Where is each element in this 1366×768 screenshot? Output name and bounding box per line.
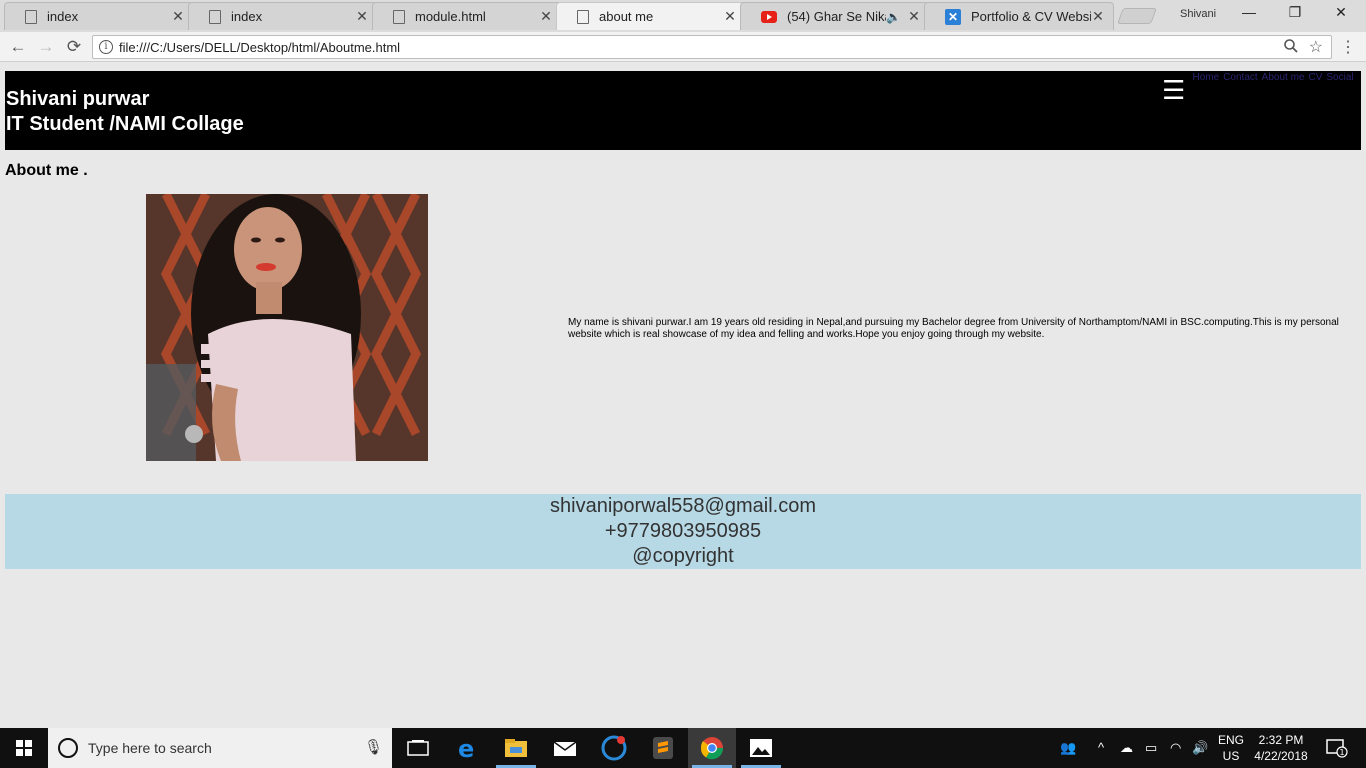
nav-links: • Home Contact About me CV Social (1185, 72, 1354, 83)
notification-count: 1 (1340, 748, 1345, 757)
nav-link-cv[interactable]: CV (1308, 72, 1322, 83)
windows-logo-icon (16, 740, 32, 756)
footer-phone: +9779803950985 (604, 520, 762, 542)
chrome-icon[interactable] (698, 734, 726, 762)
windows-start-button[interactable] (0, 728, 48, 768)
tab-about-me[interactable]: about me ✕ (556, 2, 746, 30)
tab-label: index (231, 9, 263, 24)
tab-youtube[interactable]: (54) Ghar Se Nikalte 🔈 ✕ (740, 2, 930, 30)
profile-name[interactable]: Shivani (1180, 8, 1216, 20)
battery-icon[interactable]: ▭ (1145, 740, 1157, 756)
tab-index-1[interactable]: index ✕ (4, 2, 194, 30)
url-text[interactable]: file:///C:/Users/DELL/Desktop/html/About… (119, 40, 400, 55)
bio-text: My name is shivani purwar.I am 19 years … (568, 317, 1339, 340)
speaker-icon[interactable]: 🔈 (886, 10, 901, 24)
page-icon (577, 9, 589, 24)
tab-module[interactable]: module.html ✕ (372, 2, 562, 30)
site-role: IT Student /NAMI Collage (6, 113, 244, 135)
chrome-menu-icon[interactable]: ⋮ (1340, 37, 1356, 57)
nav-link-home[interactable]: Home (1193, 72, 1220, 83)
nav-link-social[interactable]: Social (1326, 72, 1353, 83)
bookmark-star-icon[interactable]: ☆ (1309, 37, 1323, 57)
page-icon (393, 9, 405, 24)
zoom-icon[interactable] (1283, 38, 1299, 58)
svg-text:e: e (458, 735, 474, 762)
about-heading: About me . (5, 162, 88, 179)
file-explorer-icon[interactable] (502, 734, 530, 762)
info-icon[interactable]: i (99, 40, 113, 54)
tab-label: module.html (415, 9, 486, 24)
close-tab-icon[interactable]: ✕ (723, 8, 737, 25)
ccleaner-icon[interactable] (600, 734, 628, 762)
wifi-icon[interactable]: ◠ (1170, 740, 1181, 756)
browser-toolbar: ← → ⟳ i file:///C:/Users/DELL/Desktop/ht… (0, 32, 1366, 62)
bullet-icon: • (1185, 72, 1189, 83)
footer-email[interactable]: shivaniporwal558@gmail.com (5, 494, 1361, 519)
clock-date: 4/22/2018 (1254, 749, 1308, 763)
clock[interactable]: 2:32 PM 4/22/2018 (1252, 732, 1310, 764)
photos-icon[interactable] (747, 734, 775, 762)
task-view-icon[interactable] (404, 734, 432, 762)
profile-photo (146, 194, 428, 461)
footer-copyright: @copyright (632, 545, 734, 567)
microphone-icon[interactable]: 🎙 (364, 738, 383, 756)
close-tab-icon[interactable]: ✕ (171, 8, 185, 25)
onedrive-cloud-icon[interactable]: ☁ (1120, 740, 1133, 756)
site-header: Shivani purwar IT Student /NAMI Collage … (5, 71, 1361, 150)
tab-label: index (47, 9, 79, 24)
close-tab-icon[interactable]: ✕ (355, 8, 369, 25)
volume-icon[interactable]: 🔊 (1192, 740, 1208, 756)
close-tab-icon[interactable]: ✕ (907, 8, 921, 25)
close-window-icon[interactable]: ✕ (1318, 4, 1364, 21)
mail-icon[interactable] (551, 734, 579, 762)
address-bar[interactable]: i file:///C:/Users/DELL/Desktop/html/Abo… (92, 35, 1332, 59)
restore-icon[interactable]: ❐ (1272, 4, 1318, 21)
language-indicator[interactable]: ENG US (1214, 732, 1248, 764)
people-icon[interactable]: 👥 (1060, 740, 1076, 756)
page-viewport: Shivani purwar IT Student /NAMI Collage … (0, 63, 1366, 728)
language-code: ENG (1217, 733, 1244, 747)
show-hidden-icons-chevron[interactable]: ^ (1098, 740, 1104, 755)
site-footer: shivaniporwal558@gmail.com +977980395098… (5, 494, 1361, 569)
close-tab-icon[interactable]: ✕ (1091, 8, 1105, 25)
reload-icon[interactable]: ⟳ (62, 37, 86, 57)
nav-link-about[interactable]: About me (1262, 72, 1305, 83)
edge-browser-icon[interactable]: e (454, 734, 482, 763)
close-tab-icon[interactable]: ✕ (539, 8, 553, 25)
forward-icon[interactable]: → (34, 37, 58, 57)
tab-label: Portfolio & CV Website (971, 9, 1091, 24)
site-name: Shivani purwar (6, 88, 150, 110)
new-tab-button[interactable] (1117, 8, 1157, 24)
nav-link-contact[interactable]: Contact (1223, 72, 1257, 83)
portfolio-icon: ✕ (945, 8, 961, 25)
tab-index-2[interactable]: index ✕ (188, 2, 378, 30)
page-icon (25, 9, 37, 24)
browser-tab-strip: index ✕ index ✕ module.html ✕ about me ✕… (0, 0, 1366, 32)
page-icon (209, 9, 221, 24)
back-icon[interactable]: ← (6, 37, 30, 57)
youtube-icon (761, 10, 777, 23)
search-placeholder: Type here to search (88, 740, 212, 756)
action-center-icon[interactable]: 1 (1326, 738, 1348, 761)
tab-portfolio[interactable]: ✕ Portfolio & CV Website ✕ (924, 2, 1114, 30)
tab-label: (54) Ghar Se Nikalte (787, 9, 886, 24)
minimize-icon[interactable]: — (1226, 4, 1272, 20)
cortana-icon (58, 738, 78, 758)
clock-time: 2:32 PM (1258, 733, 1304, 747)
windows-taskbar: Type here to search 🎙 e 👥 ^ ☁ ▭ ◠ 🔊 ENG … (0, 728, 1366, 768)
sublime-text-icon[interactable] (649, 734, 677, 762)
region-code: US (1222, 749, 1240, 763)
hamburger-menu-icon[interactable]: ☰ (1162, 77, 1185, 103)
taskbar-search-box[interactable]: Type here to search 🎙 (48, 728, 392, 768)
tab-label: about me (599, 9, 654, 24)
